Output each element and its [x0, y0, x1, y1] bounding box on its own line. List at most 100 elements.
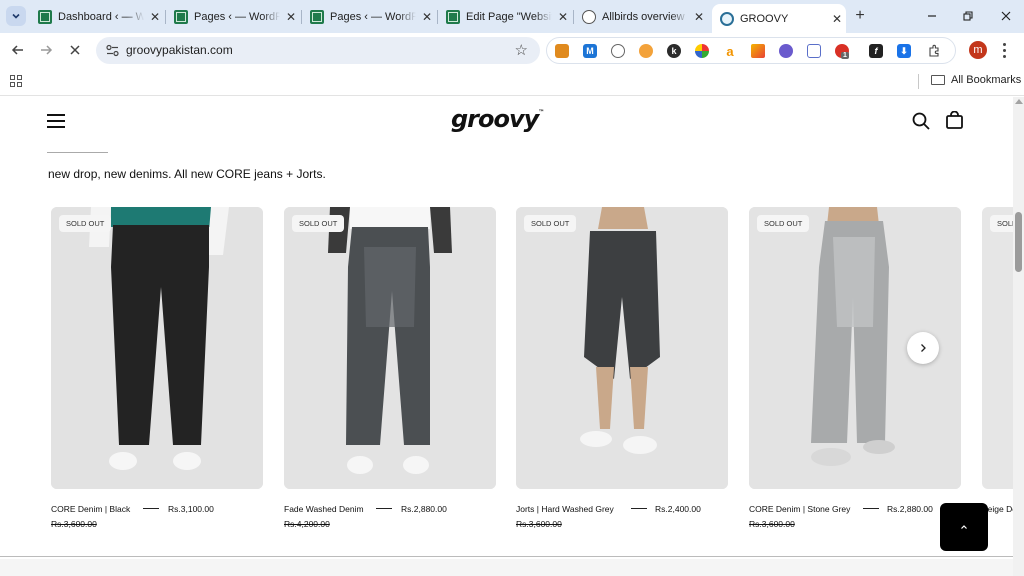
browser-toolbar: groovypakistan.com ☆ M k a 1 f ⬇ m — [0, 33, 1024, 67]
product-photo-fade-washed-denim — [284, 207, 496, 489]
trademark: ™ — [538, 109, 545, 116]
extension-icon[interactable]: k — [667, 44, 681, 58]
wordpress-admin-icon — [174, 10, 188, 24]
back-arrow-icon[interactable] — [9, 41, 27, 59]
tab-edit-page[interactable]: Edit Page "Website" ✕ — [437, 4, 572, 30]
sold-out-badge: SOLD OUT — [990, 215, 1013, 232]
extension-icon[interactable] — [611, 44, 625, 58]
extension-icon[interactable]: 1 — [835, 44, 849, 59]
all-bookmarks-button[interactable]: All Bookmarks — [931, 74, 1021, 86]
sold-out-badge: SOLD OUT — [757, 215, 810, 232]
close-tab-icon[interactable]: ✕ — [692, 10, 706, 24]
web-page: groovy™ new drop, new denims. All new CO… — [0, 97, 1013, 576]
price-separator — [863, 508, 879, 509]
product-card[interactable]: SOLD OUT CORE Denim | Black Rs.3,100.00 … — [51, 207, 263, 529]
apps-grid-icon[interactable] — [10, 75, 22, 87]
tab-strip: Dashboard ‹ — WordPress ✕ Pages ‹ — Word… — [0, 0, 1024, 33]
scroll-up-arrow-icon[interactable] — [1015, 99, 1023, 104]
close-tab-icon[interactable]: ✕ — [420, 10, 434, 24]
product-image[interactable]: SOLD OUT — [516, 207, 728, 489]
extension-icon[interactable] — [639, 44, 653, 58]
extension-icon[interactable]: M — [583, 44, 597, 58]
wordpress-admin-icon — [446, 10, 460, 24]
compare-at-price: Rs.3,600.00 — [51, 519, 97, 529]
wordpress-admin-icon — [38, 10, 52, 24]
shopping-bag-icon[interactable] — [945, 111, 964, 130]
logo-text: groovy — [451, 105, 539, 133]
price-separator — [631, 508, 647, 509]
restore-icon[interactable] — [960, 8, 976, 24]
close-tab-icon[interactable]: ✕ — [148, 10, 162, 24]
tab-search-button[interactable] — [6, 6, 26, 26]
groovy-favicon — [720, 11, 734, 26]
chevron-up-icon — [961, 525, 967, 529]
product-photo-grey-jorts — [516, 207, 728, 489]
carousel-next-button[interactable] — [907, 332, 939, 364]
sold-out-badge: SOLD OUT — [59, 215, 112, 232]
close-tab-icon[interactable]: ✕ — [830, 12, 844, 26]
extension-icon[interactable]: a — [723, 44, 737, 59]
site-settings-icon[interactable] — [105, 43, 120, 58]
extension-icon[interactable] — [779, 44, 793, 58]
close-window-icon[interactable] — [998, 8, 1014, 24]
price-separator — [376, 508, 392, 509]
stop-loading-icon[interactable] — [66, 41, 84, 59]
collection-description: new drop, new denims. All new CORE jeans… — [48, 167, 326, 181]
tab-pages-2[interactable]: Pages ‹ — WordPress ✕ — [301, 4, 436, 30]
product-card[interactable]: SOLD OUT Beige Denim — [982, 207, 1013, 514]
sold-out-badge: SOLD OUT — [292, 215, 345, 232]
puzzle-extensions-icon[interactable] — [927, 44, 941, 58]
minimize-icon[interactable] — [924, 8, 940, 24]
bookmark-star-icon[interactable]: ☆ — [515, 41, 528, 59]
divider — [0, 556, 1013, 557]
product-price: Rs.3,100.00 — [168, 504, 214, 514]
site-logo[interactable]: groovy™ — [451, 105, 544, 133]
extension-icon[interactable]: f — [869, 44, 883, 58]
divider — [918, 74, 919, 89]
page-scrollbar[interactable] — [1013, 97, 1024, 576]
scroll-to-top-button[interactable] — [940, 503, 988, 551]
divider — [47, 152, 108, 153]
more-menu-icon[interactable] — [1000, 41, 1008, 59]
tab-title: Dashboard ‹ — WordPress — [58, 11, 144, 23]
product-name[interactable]: Jorts | Hard Washed Grey — [516, 504, 614, 514]
product-image[interactable]: SOLD OUT — [51, 207, 263, 489]
extension-badge: 1 — [841, 52, 849, 59]
tab-allbirds[interactable]: Allbirds overview and ✕ — [573, 4, 708, 30]
new-tab-button[interactable]: + — [852, 8, 868, 24]
product-card[interactable]: SOLD OUT Fade Washed Denim Rs.2,880.00 R… — [284, 207, 496, 529]
extension-icon[interactable] — [695, 44, 709, 58]
profile-avatar[interactable]: m — [969, 41, 987, 59]
tab-dashboard[interactable]: Dashboard ‹ — WordPress ✕ — [30, 4, 164, 30]
product-price: Rs.2,880.00 — [401, 504, 447, 514]
extension-icon[interactable] — [807, 44, 821, 58]
globe-icon — [582, 10, 596, 24]
forward-arrow-icon[interactable] — [37, 41, 55, 59]
product-image[interactable]: SOLD OUT — [982, 207, 1013, 489]
close-tab-icon[interactable]: ✕ — [284, 10, 298, 24]
menu-icon[interactable] — [47, 114, 65, 128]
extension-icon[interactable] — [751, 44, 765, 58]
tab-pages-1[interactable]: Pages ‹ — WordPress ✕ — [165, 4, 300, 30]
product-card[interactable]: SOLD OUT Jorts | Hard Washed Grey Rs.2,4… — [516, 207, 728, 529]
tab-title: Allbirds overview and — [602, 11, 688, 23]
download-icon[interactable]: ⬇ — [897, 44, 911, 58]
url-text: groovypakistan.com — [126, 43, 233, 57]
product-name[interactable]: Fade Washed Denim — [284, 504, 364, 514]
close-tab-icon[interactable]: ✕ — [556, 10, 570, 24]
folder-icon — [931, 75, 945, 85]
extensions-bar: M k a 1 f ⬇ — [546, 37, 956, 64]
tab-groovy[interactable]: GROOVY ✕ — [712, 4, 846, 33]
product-photo-black-denim — [51, 207, 263, 489]
product-image[interactable]: SOLD OUT — [284, 207, 496, 489]
search-icon[interactable] — [912, 112, 930, 130]
tab-title: Edit Page "Website" — [466, 11, 552, 23]
product-name[interactable]: CORE Denim | Black — [51, 504, 130, 514]
scrollbar-thumb[interactable] — [1015, 212, 1022, 272]
product-price: Rs.2,400.00 — [655, 504, 701, 514]
compare-at-price: Rs.3,600.00 — [749, 519, 795, 529]
wordpress-admin-icon — [310, 10, 324, 24]
extension-icon[interactable] — [555, 44, 569, 58]
product-name[interactable]: CORE Denim | Stone Grey — [749, 504, 850, 514]
address-bar[interactable]: groovypakistan.com ☆ — [96, 37, 540, 64]
